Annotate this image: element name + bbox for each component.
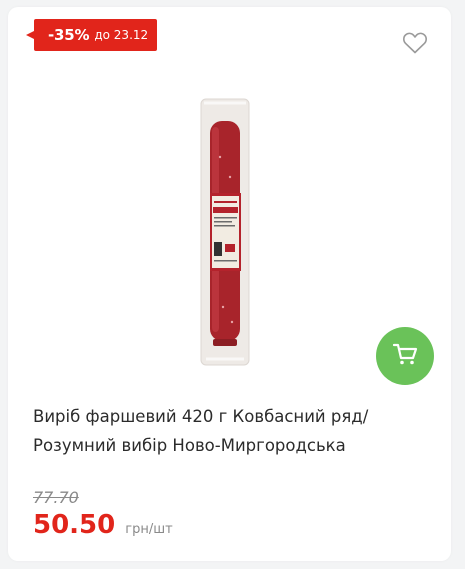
price-unit: грн/шт xyxy=(125,522,173,537)
heart-icon[interactable] xyxy=(402,31,428,55)
product-card[interactable]: -35% до 23.12 Виріб фаршевий 420 г Ковба… xyxy=(8,7,451,561)
discount-until: до 23.12 xyxy=(94,28,149,42)
product-title[interactable]: Виріб фаршевий 420 г Ковбасний ряд/Розум… xyxy=(33,402,433,460)
add-to-cart-button[interactable] xyxy=(376,327,434,385)
shopping-cart-icon xyxy=(392,342,418,370)
product-image[interactable] xyxy=(198,97,278,369)
current-price: 50.50 xyxy=(33,510,116,540)
discount-badge: -35% до 23.12 xyxy=(25,19,158,51)
price-row: 50.50 грн/шт xyxy=(33,510,173,540)
old-price: 77.70 xyxy=(33,488,79,507)
discount-percent: -35% xyxy=(48,26,90,44)
